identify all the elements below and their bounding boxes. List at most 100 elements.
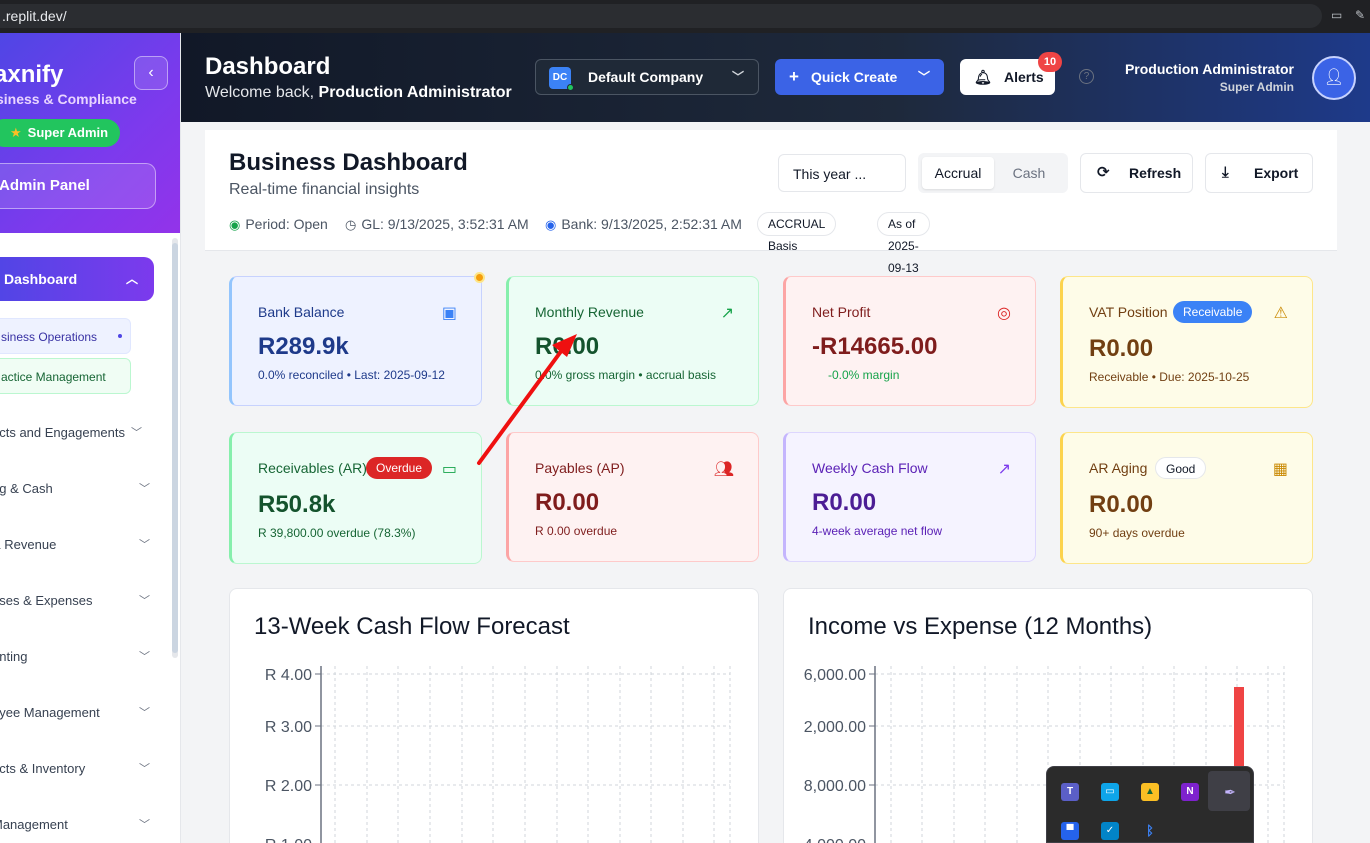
chevron-down-icon: ﹀ [139, 539, 150, 551]
welcome-user-name: Production Administrator [318, 84, 512, 101]
sidebar-item-management[interactable]: Management ﹀ [0, 813, 150, 837]
pen-icon[interactable]: ✒ [1221, 783, 1239, 801]
chevron-down-icon: ﹀ [131, 427, 142, 439]
kpi-subtext: 4-week average net flow [812, 524, 943, 538]
basis-option-accrual[interactable]: Accrual [922, 157, 994, 189]
kpi-subtext: 90+ days overdue [1089, 526, 1185, 540]
sidebar-item-dashboard[interactable]: Dashboard ︿ [0, 257, 154, 301]
sidebar-item-label: oyee Management [0, 705, 100, 720]
sidebar-item-banking[interactable]: ng & Cash ﹀ [0, 477, 150, 501]
drive-icon[interactable]: ▲ [1141, 783, 1159, 801]
sidebar-item-revenue[interactable]: & Revenue ﹀ [0, 533, 150, 557]
period-status: ◉ Period: Open [229, 214, 328, 235]
clock-icon: ◷ [345, 217, 357, 232]
window-icon[interactable]: ▀ [1061, 822, 1079, 840]
chevron-left-icon: ‹ [148, 64, 154, 81]
chart-title: 13-Week Cash Flow Forecast [254, 613, 570, 640]
chevron-down-icon: ﹀ [139, 651, 150, 663]
kpi-card-weekly-cash-flow[interactable]: Weekly Cash Flow ↗ R0.00 4-week average … [783, 432, 1036, 562]
gl-sync-text: GL: 9/13/2025, 3:52:31 AM [361, 216, 529, 232]
sidebar-header: axnify siness & Compliance ‹ ★ Super Admi… [0, 33, 180, 233]
period-selector[interactable]: This year ... [778, 154, 906, 192]
kpi-card-ar-aging[interactable]: AR Aging Good ▦ R0.00 90+ days overdue [1060, 432, 1313, 564]
kpi-card-vat-position[interactable]: VAT Position Receivable ⚠ R0.00 Receivab… [1060, 276, 1313, 408]
teams-icon[interactable]: T [1061, 783, 1079, 801]
user-avatar[interactable]: 👤︎ [1312, 56, 1356, 100]
kpi-subtext: 0.0% gross margin • accrual basis [535, 368, 716, 382]
kpi-label: VAT Position [1089, 304, 1168, 320]
banknote-icon: ▣ [441, 305, 457, 322]
sidebar-item-label: Management [0, 817, 68, 832]
sidebar-subitem-label: actice Management [1, 370, 106, 384]
kpi-subtext: R 39,800.00 overdue (78.3%) [258, 526, 416, 540]
kpi-value: R0.00 [812, 489, 877, 516]
sidebar-item-label: ases & Expenses [0, 593, 93, 608]
check-circle-icon: ◉ [545, 217, 557, 232]
kpi-label: Bank Balance [258, 304, 345, 320]
section-title: Business Dashboard [229, 149, 468, 176]
sidebar-subitem-label: siness Operations [1, 330, 98, 344]
export-button[interactable]: ⤓ Export [1205, 153, 1313, 193]
kpi-label: Payables (AP) [535, 460, 625, 476]
role-badge: ★ Super Admin [0, 119, 121, 147]
kpi-value: R0.00 [535, 333, 600, 360]
welcome-prefix: Welcome back, [205, 84, 319, 101]
bluetooth-icon[interactable]: ᛒ [1141, 822, 1159, 840]
y-tick-label: R 2.00 [265, 778, 312, 795]
basis-option-cash[interactable]: Cash [994, 157, 1064, 189]
kpi-card-monthly-revenue[interactable]: Monthly Revenue ↗ R0.00 0.0% gross margi… [506, 276, 759, 406]
refresh-button[interactable]: ⟳ Refresh [1080, 153, 1193, 193]
trending-up-icon: ↗ [720, 305, 734, 322]
sidebar-item-label: ucts & Inventory [0, 761, 86, 776]
kpi-card-net-profit[interactable]: Net Profit ◎ -R14665.00 -0.0% margin [783, 276, 1036, 406]
sidebar-item-accounting[interactable]: unting ﹀ [0, 645, 150, 669]
kpi-label: Weekly Cash Flow [812, 460, 928, 476]
y-tick-label: 4,000.00 [804, 837, 866, 843]
alert-triangle-icon: ⚠ [1273, 305, 1288, 322]
basis-pill: ACCRUAL Basis [757, 212, 836, 253]
url-text: .replit.dev/ [2, 8, 67, 24]
bank-sync-text: Bank: 9/13/2025, 2:52:31 AM [561, 216, 742, 232]
sidebar-item-expenses[interactable]: ases & Expenses ﹀ [0, 589, 150, 613]
kpi-label: Receivables (AR) [258, 460, 367, 476]
period-selector-value: This year ... [793, 166, 867, 182]
kpi-card-receivables[interactable]: Receivables (AR) Overdue ▭ R50.8k R 39,8… [229, 432, 482, 564]
chevron-down-icon: ﹀ [139, 763, 150, 775]
admin-panel-label: Admin Panel [0, 177, 90, 194]
check-circle-icon: ◉ [229, 217, 241, 232]
calendar-icon: ▦ [1272, 461, 1288, 478]
collapse-sidebar-button[interactable]: ‹ [134, 56, 168, 90]
kpi-value: R0.00 [535, 489, 600, 516]
user-role: Super Admin [1219, 80, 1294, 94]
y-tick-label: R 4.00 [265, 667, 312, 684]
active-dot [118, 334, 122, 338]
sidebar-scrollbar-thumb[interactable] [172, 243, 178, 653]
company-status-dot [567, 84, 574, 91]
quick-create-button[interactable]: + Quick Create ﹀ [775, 59, 944, 95]
status-badge: Good [1155, 457, 1207, 479]
quick-create-label: Quick Create [810, 69, 898, 85]
defender-icon[interactable]: ✓ [1101, 822, 1119, 840]
cast-icon[interactable]: ▭ [1331, 8, 1345, 22]
kpi-card-bank-balance[interactable]: Bank Balance ▣ R289.9k 0.0% reconciled •… [229, 276, 482, 406]
onenote-icon[interactable]: N [1181, 783, 1199, 801]
kpi-value: R289.9k [258, 333, 349, 360]
chevron-down-icon: ﹀ [139, 707, 150, 719]
extension-icon[interactable]: ✎ [1355, 8, 1369, 22]
y-tick-label: 8,000.00 [804, 778, 866, 795]
company-name: Default Company [588, 69, 704, 85]
sidebar-subitem-practice-management[interactable]: actice Management [0, 358, 131, 394]
address-bar[interactable]: .replit.dev/ [0, 4, 1322, 28]
sidebar-item-contacts[interactable]: acts and Engagements ﹀ [0, 421, 142, 445]
kpi-card-payables[interactable]: Payables (AP) 👥︎ R0.00 R 0.00 overdue [506, 432, 759, 562]
sidebar-item-inventory[interactable]: ucts & Inventory ﹀ [0, 757, 150, 781]
sidebar-item-employees[interactable]: oyee Management ﹀ [0, 701, 150, 725]
section-subtitle: Real-time financial insights [229, 181, 420, 198]
company-selector[interactable]: DC Default Company ﹀ [535, 59, 759, 95]
admin-panel-button[interactable]: Admin Panel [0, 163, 156, 209]
bank-sync-status: ◉ Bank: 9/13/2025, 2:52:31 AM [545, 214, 742, 235]
welcome-message: Welcome back, Production Administrator [205, 84, 512, 102]
credit-card-icon: ▭ [441, 461, 457, 478]
sidebar-subitem-business-operations[interactable]: siness Operations [0, 318, 131, 354]
screen-icon[interactable]: ▭ [1101, 783, 1119, 801]
